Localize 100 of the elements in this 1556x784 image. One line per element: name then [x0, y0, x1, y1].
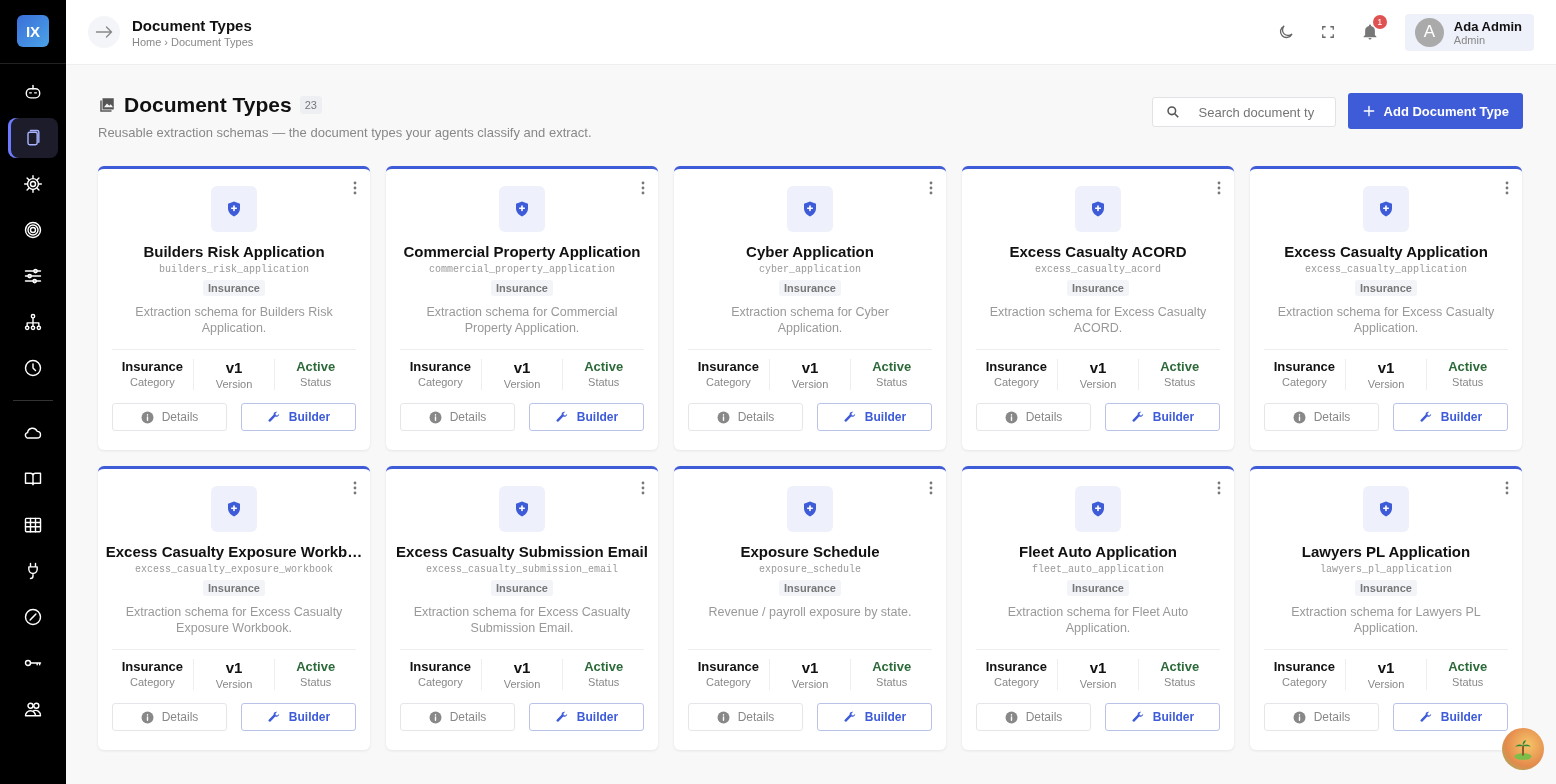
- wrench-icon: [842, 410, 857, 424]
- arrow-right-icon[interactable]: [88, 16, 120, 48]
- details-button[interactable]: Details: [112, 403, 227, 431]
- user-avatar: A: [1414, 17, 1444, 47]
- details-button[interactable]: Details: [1264, 703, 1379, 731]
- shield-plus-icon: [1075, 486, 1121, 532]
- card-title: Excess Casualty ACORD: [1009, 243, 1187, 260]
- notifications-button[interactable]: 1: [1360, 15, 1387, 41]
- details-button[interactable]: Details: [688, 703, 803, 731]
- stat-label: Category: [706, 676, 751, 688]
- details-button[interactable]: Details: [976, 403, 1091, 431]
- info-icon: [716, 710, 730, 724]
- card-slug: excess_casualty_application: [1305, 264, 1467, 275]
- version-value: v1: [801, 359, 819, 376]
- category-tag: Insurance: [779, 280, 841, 296]
- category-value: Insurance: [409, 659, 472, 674]
- status-value: Active: [296, 659, 336, 674]
- sidebar-item[interactable]: [8, 118, 58, 158]
- card-slug: exposure_schedule: [759, 564, 861, 575]
- shield-plus-icon: [211, 486, 257, 532]
- category-value: Insurance: [409, 359, 472, 374]
- details-button[interactable]: Details: [1264, 403, 1379, 431]
- card-title: Exposure Schedule: [740, 543, 880, 560]
- stat-label: Status: [876, 376, 908, 388]
- version-value: v1: [513, 359, 531, 376]
- info-icon: [1292, 410, 1306, 424]
- card-slug: builders_risk_application: [159, 264, 309, 275]
- builder-button[interactable]: Builder: [817, 403, 932, 431]
- category-tag: Insurance: [1355, 580, 1417, 596]
- fullscreen-icon[interactable]: [1320, 25, 1335, 39]
- category-value: Insurance: [1273, 359, 1336, 374]
- builder-button[interactable]: Builder: [241, 703, 356, 731]
- stat-label: Category: [1282, 376, 1327, 388]
- more-options-icon[interactable]: [353, 481, 357, 495]
- shield-plus-icon: [1075, 186, 1121, 232]
- compass-icon: [23, 607, 43, 627]
- stat-label: Status: [300, 376, 332, 388]
- details-button[interactable]: Details: [976, 703, 1091, 731]
- builder-button[interactable]: Builder: [529, 703, 644, 731]
- stat-label: Category: [1282, 676, 1327, 688]
- target-icon: [23, 220, 43, 240]
- more-options-icon[interactable]: [929, 181, 933, 195]
- stat-label: Status: [588, 376, 620, 388]
- user-name: Ada Admin: [1453, 18, 1522, 34]
- stat-label: Version: [503, 378, 541, 390]
- info-icon: [1292, 710, 1306, 724]
- details-button[interactable]: Details: [688, 403, 803, 431]
- details-button[interactable]: Details: [400, 703, 515, 731]
- card-slug: excess_casualty_exposure_workbook: [134, 564, 333, 575]
- status-value: Active: [584, 659, 624, 674]
- wrench-icon: [1418, 410, 1433, 424]
- details-button[interactable]: Details: [112, 703, 227, 731]
- app-logo[interactable]: IX: [17, 15, 49, 47]
- more-options-icon[interactable]: [1505, 181, 1509, 195]
- info-icon: [428, 710, 442, 724]
- wrench-icon: [1130, 410, 1145, 424]
- wrench-icon: [266, 410, 281, 424]
- builder-button[interactable]: Builder: [1105, 703, 1220, 731]
- more-options-icon[interactable]: [641, 181, 645, 195]
- palm-island-icon[interactable]: [1502, 728, 1544, 770]
- card-title: Commercial Property Application: [403, 243, 641, 260]
- more-options-icon[interactable]: [641, 481, 645, 495]
- status-value: Active: [1160, 359, 1200, 374]
- status-value: Active: [1160, 659, 1200, 674]
- builder-button[interactable]: Builder: [241, 403, 356, 431]
- builder-button[interactable]: Builder: [817, 703, 932, 731]
- builder-button[interactable]: Builder: [1393, 703, 1508, 731]
- more-options-icon[interactable]: [1505, 481, 1509, 495]
- builder-button[interactable]: Builder: [1105, 403, 1220, 431]
- builder-button[interactable]: Builder: [1393, 403, 1508, 431]
- version-value: v1: [1089, 359, 1107, 376]
- add-document-type-button[interactable]: Add Document Type: [1347, 93, 1523, 129]
- stat-label: Version: [1367, 678, 1405, 690]
- sliders-icon: [23, 266, 43, 286]
- user-menu[interactable]: A Ada Admin Admin: [1404, 13, 1534, 51]
- breadcrumb-separator: ›: [164, 35, 168, 48]
- more-options-icon[interactable]: [1217, 481, 1221, 495]
- builder-button[interactable]: Builder: [529, 403, 644, 431]
- category-tag: Insurance: [1067, 280, 1129, 296]
- search-field[interactable]: Search document ty: [1151, 97, 1336, 127]
- breadcrumb-link[interactable]: Home: [132, 35, 162, 48]
- info-icon: [140, 410, 154, 424]
- status-value: Active: [296, 359, 336, 374]
- status-value: Active: [1448, 659, 1488, 674]
- card-description: Extraction schema for Excess Casualty Exposure Workbook.: [124, 604, 344, 636]
- category-value: Insurance: [121, 359, 184, 374]
- info-icon: [1004, 710, 1018, 724]
- more-options-icon[interactable]: [929, 481, 933, 495]
- notification-badge: 1: [1372, 15, 1387, 29]
- stat-label: Status: [876, 676, 908, 688]
- breadcrumb-link[interactable]: Document Types: [171, 35, 254, 48]
- details-button[interactable]: Details: [400, 403, 515, 431]
- shield-plus-icon: [1363, 486, 1409, 532]
- card-description: Extraction schema for Excess Casualty ACORD.: [988, 304, 1208, 336]
- table-icon: [23, 515, 43, 535]
- shield-plus-icon: [499, 486, 545, 532]
- card-slug: commercial_property_application: [429, 264, 615, 275]
- more-options-icon[interactable]: [353, 181, 357, 195]
- card-title: Excess Casualty Application: [1284, 243, 1488, 260]
- more-options-icon[interactable]: [1217, 181, 1221, 195]
